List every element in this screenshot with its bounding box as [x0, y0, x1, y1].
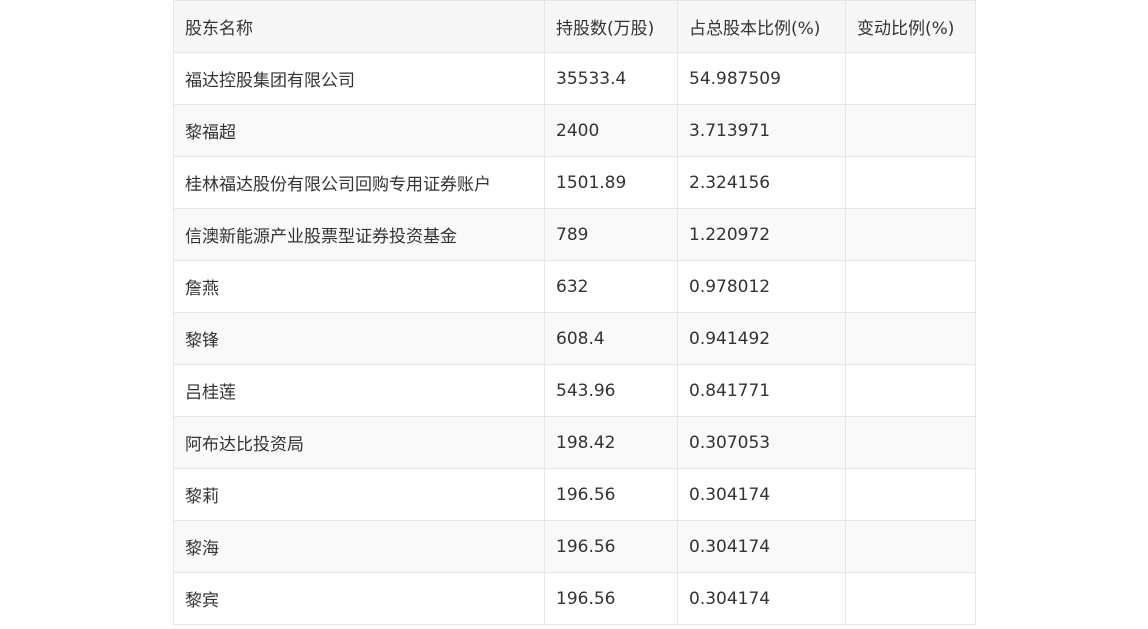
cell-share-ratio: 0.841771 — [677, 364, 846, 417]
cell-shares-held: 1501.89 — [544, 156, 678, 209]
cell-shareholder-name: 黎莉 — [173, 468, 545, 521]
cell-change-ratio — [845, 208, 976, 261]
table-row: 福达控股集团有限公司 35533.4 54.987509 — [173, 52, 976, 105]
header-row: 股东名称 持股数(万股) 占总股本比例(%) 变动比例(%) — [173, 0, 976, 53]
table-row: 桂林福达股份有限公司回购专用证券账户 1501.89 2.324156 — [173, 156, 976, 209]
cell-change-ratio — [845, 312, 976, 365]
cell-shareholder-name: 黎福超 — [173, 104, 545, 157]
cell-shares-held: 632 — [544, 260, 678, 313]
header-change-ratio: 变动比例(%) — [845, 0, 976, 53]
table-row: 阿布达比投资局 198.42 0.307053 — [173, 416, 976, 469]
shareholder-table-container: 股东名称 持股数(万股) 占总股本比例(%) 变动比例(%) 福达控股集团有限公… — [173, 0, 976, 625]
cell-shares-held: 35533.4 — [544, 52, 678, 105]
cell-change-ratio — [845, 572, 976, 625]
cell-shares-held: 196.56 — [544, 520, 678, 573]
table-row: 黎海 196.56 0.304174 — [173, 520, 976, 573]
table-row: 黎莉 196.56 0.304174 — [173, 468, 976, 521]
table-row: 信澳新能源产业股票型证券投资基金 789 1.220972 — [173, 208, 976, 261]
cell-change-ratio — [845, 104, 976, 157]
table-row: 吕桂莲 543.96 0.841771 — [173, 364, 976, 417]
cell-shareholder-name: 黎宾 — [173, 572, 545, 625]
shareholder-table: 股东名称 持股数(万股) 占总股本比例(%) 变动比例(%) 福达控股集团有限公… — [173, 0, 976, 625]
cell-shareholder-name: 黎海 — [173, 520, 545, 573]
cell-shareholder-name: 詹燕 — [173, 260, 545, 313]
cell-shares-held: 196.56 — [544, 572, 678, 625]
cell-shareholder-name: 黎锋 — [173, 312, 545, 365]
table-body: 福达控股集团有限公司 35533.4 54.987509 黎福超 2400 3.… — [173, 52, 976, 625]
table-row: 黎福超 2400 3.713971 — [173, 104, 976, 157]
header-shares-held: 持股数(万股) — [544, 0, 678, 53]
cell-share-ratio: 0.304174 — [677, 520, 846, 573]
cell-share-ratio: 0.941492 — [677, 312, 846, 365]
header-shareholder-name: 股东名称 — [173, 0, 545, 53]
cell-change-ratio — [845, 520, 976, 573]
cell-shares-held: 789 — [544, 208, 678, 261]
cell-change-ratio — [845, 416, 976, 469]
cell-share-ratio: 0.978012 — [677, 260, 846, 313]
cell-share-ratio: 1.220972 — [677, 208, 846, 261]
cell-change-ratio — [845, 468, 976, 521]
cell-share-ratio: 3.713971 — [677, 104, 846, 157]
cell-shareholder-name: 桂林福达股份有限公司回购专用证券账户 — [173, 156, 545, 209]
cell-change-ratio — [845, 364, 976, 417]
cell-share-ratio: 0.304174 — [677, 468, 846, 521]
cell-shares-held: 196.56 — [544, 468, 678, 521]
header-share-ratio: 占总股本比例(%) — [677, 0, 846, 53]
cell-shareholder-name: 吕桂莲 — [173, 364, 545, 417]
cell-shareholder-name: 阿布达比投资局 — [173, 416, 545, 469]
cell-shares-held: 608.4 — [544, 312, 678, 365]
table-row: 詹燕 632 0.978012 — [173, 260, 976, 313]
cell-shareholder-name: 福达控股集团有限公司 — [173, 52, 545, 105]
cell-share-ratio: 54.987509 — [677, 52, 846, 105]
table-header: 股东名称 持股数(万股) 占总股本比例(%) 变动比例(%) — [173, 0, 976, 53]
cell-share-ratio: 2.324156 — [677, 156, 846, 209]
cell-change-ratio — [845, 156, 976, 209]
table-row: 黎宾 196.56 0.304174 — [173, 572, 976, 625]
cell-share-ratio: 0.307053 — [677, 416, 846, 469]
cell-share-ratio: 0.304174 — [677, 572, 846, 625]
cell-shares-held: 543.96 — [544, 364, 678, 417]
cell-change-ratio — [845, 260, 976, 313]
cell-shareholder-name: 信澳新能源产业股票型证券投资基金 — [173, 208, 545, 261]
cell-shares-held: 198.42 — [544, 416, 678, 469]
cell-change-ratio — [845, 52, 976, 105]
table-row: 黎锋 608.4 0.941492 — [173, 312, 976, 365]
cell-shares-held: 2400 — [544, 104, 678, 157]
